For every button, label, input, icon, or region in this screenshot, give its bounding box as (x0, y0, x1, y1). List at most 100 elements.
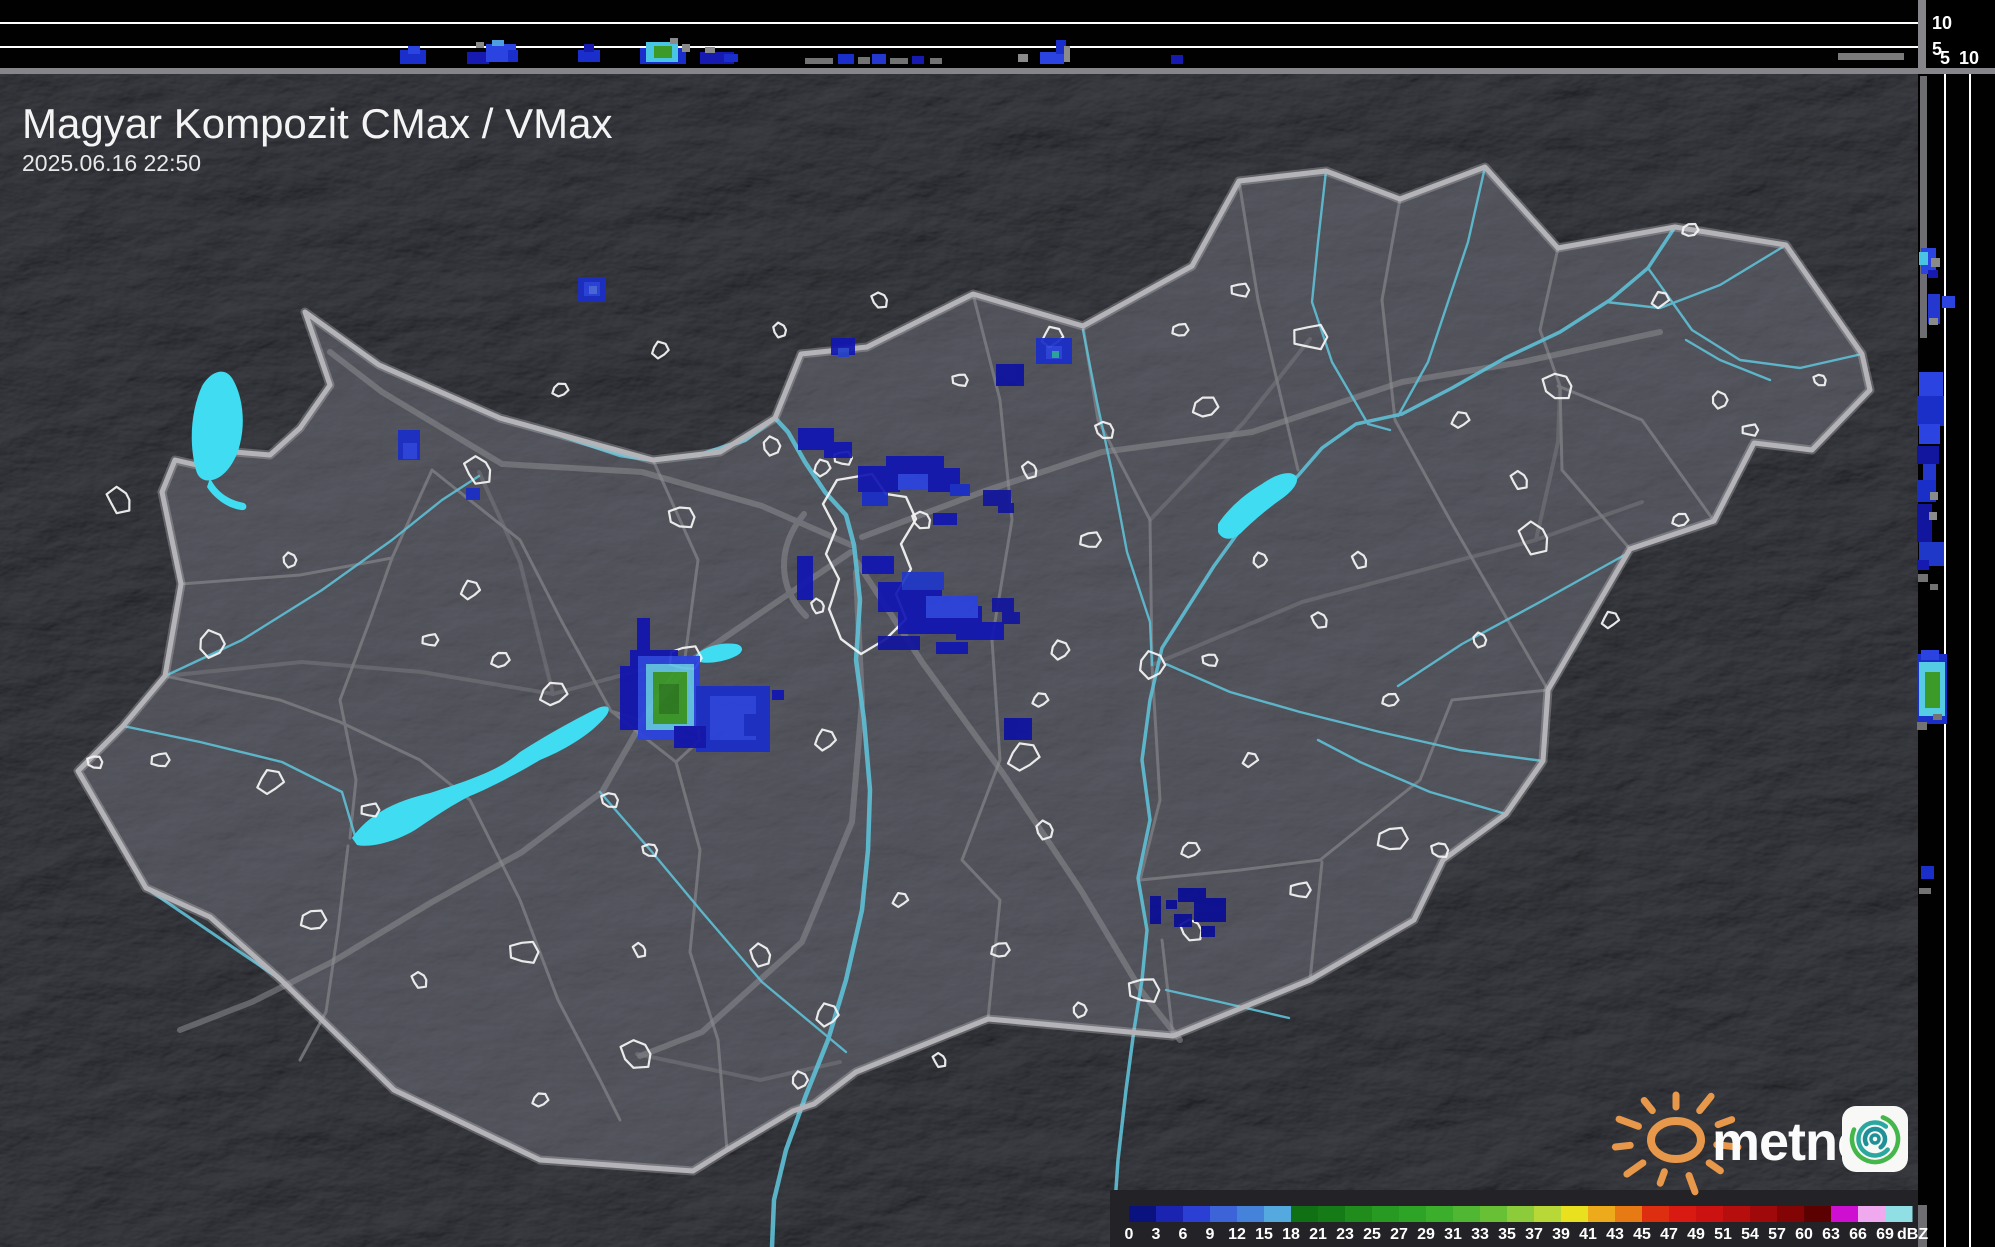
colorbar-cell (1129, 1206, 1157, 1222)
radar-echo (824, 442, 852, 458)
right-axis-tick-10: 10 (1959, 48, 1979, 68)
colorbar-tick-label: 63 (1822, 1226, 1840, 1243)
top-profile-echo (858, 57, 870, 64)
top-profile-echo (492, 40, 504, 46)
right-profile-echo (1917, 446, 1939, 464)
colorbar-tick-label: 31 (1444, 1226, 1462, 1243)
top-profile-echo (912, 56, 924, 64)
colorbar-tick-label: 39 (1552, 1226, 1570, 1243)
top-profile-echo (654, 46, 672, 58)
top-profile-panel (0, 0, 1918, 68)
right-profile-echo (1925, 672, 1940, 708)
top-profile-echo (467, 52, 489, 64)
top-profile-echo (705, 47, 715, 53)
horizontal-divider (0, 68, 1995, 74)
top-profile-echo (408, 46, 420, 54)
colorbar-tick-label: 37 (1525, 1226, 1543, 1243)
colorbar-cell (1642, 1206, 1670, 1222)
colorbar-cell (1156, 1206, 1184, 1222)
colorbar-cell (1183, 1206, 1211, 1222)
radar-echo (898, 474, 932, 490)
colorbar-tick-label: 6 (1179, 1226, 1188, 1243)
colorbar-tick-label: 57 (1768, 1226, 1786, 1243)
sun-ray (1611, 1141, 1634, 1151)
colorbar-cells (1129, 1206, 1913, 1222)
colorbar-cell (1669, 1206, 1697, 1222)
right-profile-echo (1929, 512, 1937, 520)
top-profile-echo (508, 50, 518, 62)
colorbar-cell (1318, 1206, 1346, 1222)
radar-echo (797, 556, 813, 600)
radar-echo (659, 684, 679, 714)
right-profile-echo (1917, 722, 1927, 730)
colorbar-cell (1831, 1206, 1859, 1222)
top-profile-background (0, 0, 1918, 68)
colorbar-tick-label: 66 (1849, 1226, 1867, 1243)
right-profile-echo (1919, 424, 1940, 444)
app-icon (1842, 1106, 1908, 1172)
colorbar-cell (1885, 1206, 1913, 1222)
radar-echo (902, 572, 944, 590)
radar-echo (936, 642, 968, 654)
colorbar-tick-label: 35 (1498, 1226, 1516, 1243)
radar-echo (1002, 612, 1020, 624)
colorbar-tick-label: 47 (1660, 1226, 1678, 1243)
colorbar-cell (1777, 1206, 1805, 1222)
right-profile-echo (1930, 584, 1938, 590)
radar-echo (772, 690, 784, 700)
colorbar-cell (1750, 1206, 1778, 1222)
radar-echo (950, 484, 970, 496)
right-profile-echo (1919, 888, 1931, 894)
right-profile-echo (1917, 560, 1929, 570)
radar-echo (878, 636, 920, 650)
radar-echo (1004, 718, 1032, 740)
colorbar-tick-label: 45 (1633, 1226, 1651, 1243)
colorbar-tick-label: 21 (1309, 1226, 1327, 1243)
colorbar-tick-label: 60 (1795, 1226, 1813, 1243)
colorbar-tick-label: 54 (1741, 1226, 1759, 1243)
right-profile-echo (1933, 714, 1942, 720)
colorbar-cell (1399, 1206, 1427, 1222)
colorbar-cell (1723, 1206, 1751, 1222)
right-profile-echo (1917, 396, 1944, 426)
colorbar-cell (1453, 1206, 1481, 1222)
radar-echo (862, 556, 894, 574)
colorbar-cell (1696, 1206, 1724, 1222)
radar-echo (466, 488, 480, 500)
top-profile-echo (682, 44, 690, 52)
radar-echo (992, 598, 1014, 612)
radar-echo (1150, 896, 1161, 924)
colorbar-tick-label: 27 (1390, 1226, 1408, 1243)
colorbar-cell (1615, 1206, 1643, 1222)
colorbar-tick-label: 3 (1152, 1226, 1161, 1243)
radar-echo (1201, 926, 1215, 937)
colorbar-cell (1858, 1206, 1886, 1222)
colorbar-cell (1588, 1206, 1616, 1222)
colorbar-tick-label: 43 (1606, 1226, 1624, 1243)
right-profile-echo (1923, 464, 1936, 480)
radar-echo (744, 714, 766, 736)
colorbar-tick-label: 29 (1417, 1226, 1435, 1243)
colorbar: 0 3 6 9 12 15 18 21 23 25 27 29 31 33 35 37 39 41 43 45 47 49… (1110, 1190, 1928, 1247)
radar-echo (996, 364, 1024, 386)
vertical-divider (1918, 0, 1926, 74)
right-profile-echo (1920, 76, 1927, 338)
colorbar-cell (1291, 1206, 1319, 1222)
colorbar-cell (1534, 1206, 1562, 1222)
colorbar-tick-label: 9 (1206, 1226, 1215, 1243)
radar-echo (998, 503, 1014, 513)
timestamp: 2025.06.16 22:50 (22, 150, 201, 176)
colorbar-tick-label: 33 (1471, 1226, 1489, 1243)
radar-echo (403, 443, 417, 459)
colorbar-cell (1345, 1206, 1373, 1222)
right-axis-tick-5: 5 (1940, 48, 1950, 68)
radar-echo (589, 286, 597, 294)
radar-echo (926, 596, 978, 618)
colorbar-tick-label: 51 (1714, 1226, 1732, 1243)
colorbar-tick-label: 18 (1282, 1226, 1300, 1243)
top-profile-echo (872, 54, 886, 64)
radar-echo (956, 622, 1004, 640)
right-profile-echo (1917, 504, 1932, 542)
colorbar-cell (1426, 1206, 1454, 1222)
radar-map (0, 74, 1918, 1247)
